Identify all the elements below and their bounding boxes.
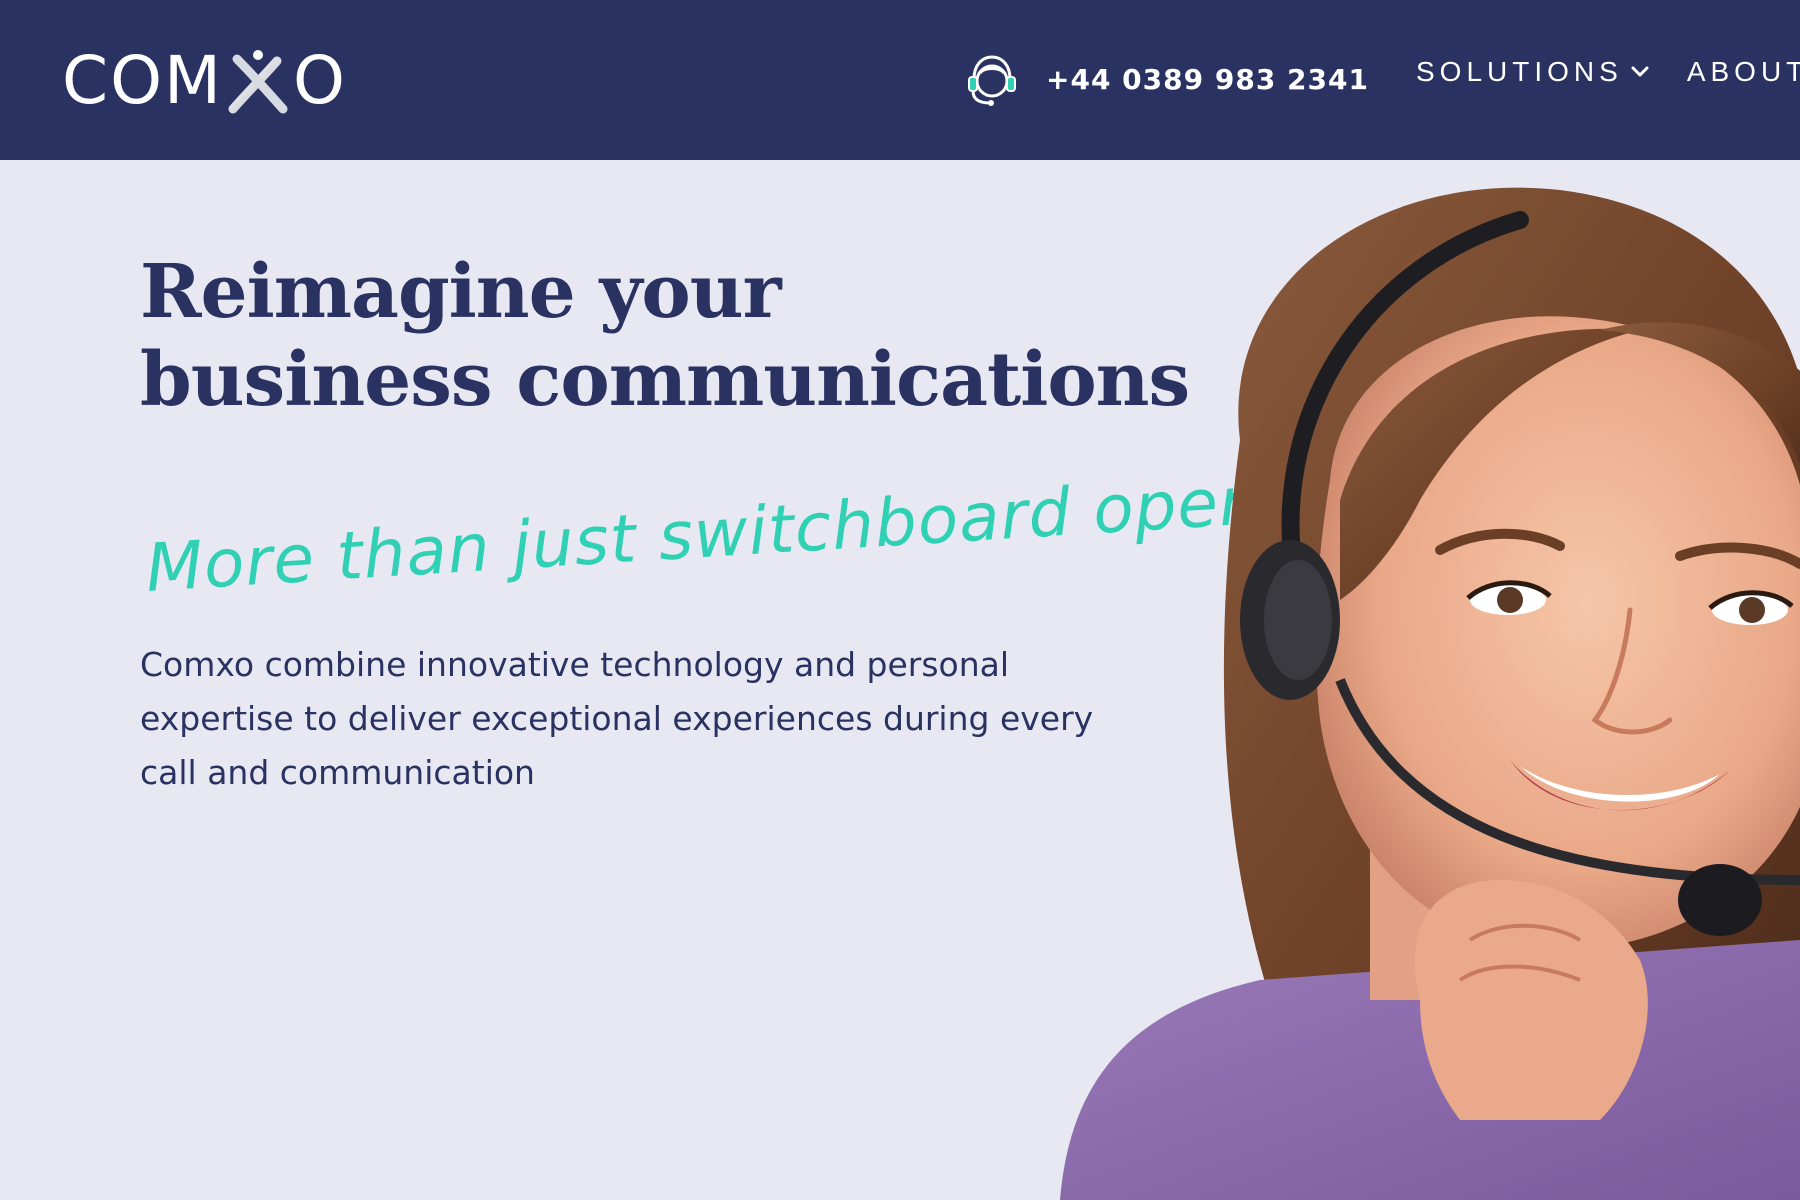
- nav-item-about[interactable]: ABOUT: [1687, 56, 1800, 88]
- phone-number[interactable]: +44 0389 983 2341: [1046, 63, 1369, 96]
- hero-title: Reimagine your business communications: [140, 248, 1190, 424]
- nav-item-label: ABOUT: [1686, 56, 1800, 87]
- hero-title-line-2: business communications: [140, 337, 1190, 423]
- hero-description: Comxo combine innovative technology and …: [140, 645, 1094, 792]
- chevron-down-icon: [1631, 66, 1649, 77]
- page: COM O +44 0389 983 2341 SOLUTIONS ABOUT …: [0, 0, 1800, 1200]
- phone-contact[interactable]: +44 0389 983 2341: [960, 46, 1369, 112]
- logo-x-mark-icon: [228, 50, 288, 114]
- logo-text-com: COM: [62, 41, 223, 119]
- nav-item-label: SOLUTIONS: [1416, 56, 1623, 87]
- logo-text-o: O: [292, 41, 347, 119]
- hero-title-line-1: Reimagine your: [140, 249, 782, 335]
- comxo-logo[interactable]: COM O: [62, 41, 347, 119]
- site-header: COM O +44 0389 983 2341 SOLUTIONS ABOUT: [0, 0, 1800, 160]
- headset-icon: [968, 55, 1016, 106]
- nav-item-solutions[interactable]: SOLUTIONS: [1416, 56, 1649, 88]
- main-nav: SOLUTIONS ABOUT: [1416, 56, 1800, 88]
- operator-photo: [1060, 187, 1800, 1200]
